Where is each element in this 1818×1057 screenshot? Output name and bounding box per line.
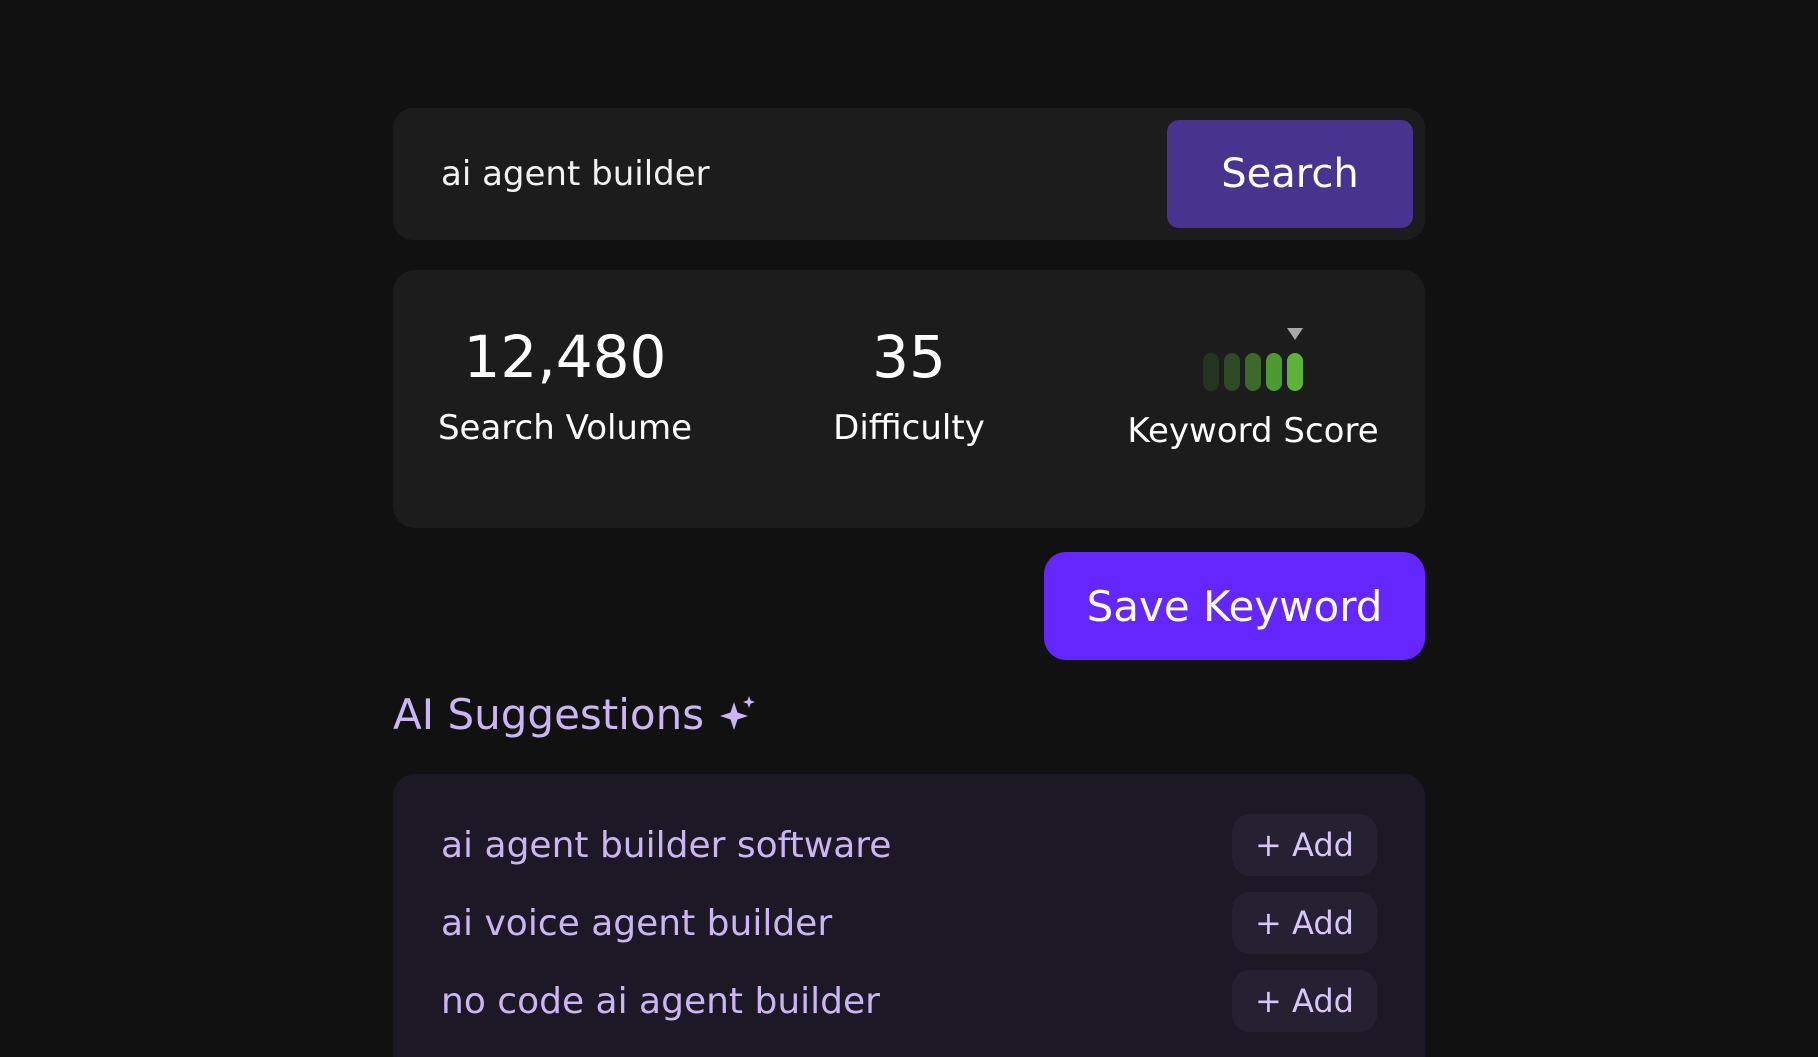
add-suggestion-button[interactable]: + Add xyxy=(1232,892,1377,954)
stat-search-volume: 12,480 Search Volume xyxy=(393,270,737,528)
keyword-score-label: Keyword Score xyxy=(1127,411,1379,451)
score-bar xyxy=(1287,353,1303,391)
search-button[interactable]: Search xyxy=(1167,120,1413,228)
score-bar xyxy=(1203,353,1219,391)
suggestion-row: ai agent builder software + Add xyxy=(441,814,1377,876)
add-suggestion-button[interactable]: + Add xyxy=(1232,814,1377,876)
score-bar xyxy=(1245,353,1261,391)
search-bar: Search xyxy=(393,108,1425,240)
suggestions-card: ai agent builder software + Add ai voice… xyxy=(393,774,1425,1057)
score-pointer-icon xyxy=(1287,328,1303,340)
suggestions-title: AI Suggestions xyxy=(393,689,705,739)
suggestion-text: ai agent builder software xyxy=(441,824,892,866)
save-keyword-button[interactable]: Save Keyword xyxy=(1044,552,1425,660)
suggestion-row: no code ai agent builder + Add xyxy=(441,970,1377,1032)
difficulty-label: Difficulty xyxy=(833,408,985,448)
search-volume-value: 12,480 xyxy=(463,323,667,391)
difficulty-value: 35 xyxy=(872,323,946,391)
suggestions-heading: AI Suggestions xyxy=(393,684,1425,744)
stat-difficulty: 35 Difficulty xyxy=(737,270,1081,528)
search-input[interactable] xyxy=(441,154,1167,194)
save-row: Save Keyword xyxy=(393,552,1425,660)
main-column: Search 12,480 Search Volume 35 Difficult… xyxy=(393,108,1425,1057)
stats-card: 12,480 Search Volume 35 Difficulty Keywo… xyxy=(393,270,1425,528)
keyword-score-meter xyxy=(1203,328,1303,394)
suggestion-row: ai voice agent builder + Add xyxy=(441,892,1377,954)
suggestion-text: no code ai agent builder xyxy=(441,980,880,1022)
stat-keyword-score: Keyword Score xyxy=(1081,270,1425,528)
page: Search 12,480 Search Volume 35 Difficult… xyxy=(0,0,1818,1057)
add-suggestion-button[interactable]: + Add xyxy=(1232,970,1377,1032)
sparkle-icon xyxy=(720,696,756,730)
search-volume-label: Search Volume xyxy=(437,408,693,448)
score-bar xyxy=(1224,353,1240,391)
suggestion-text: ai voice agent builder xyxy=(441,902,833,944)
score-bar xyxy=(1266,353,1282,391)
